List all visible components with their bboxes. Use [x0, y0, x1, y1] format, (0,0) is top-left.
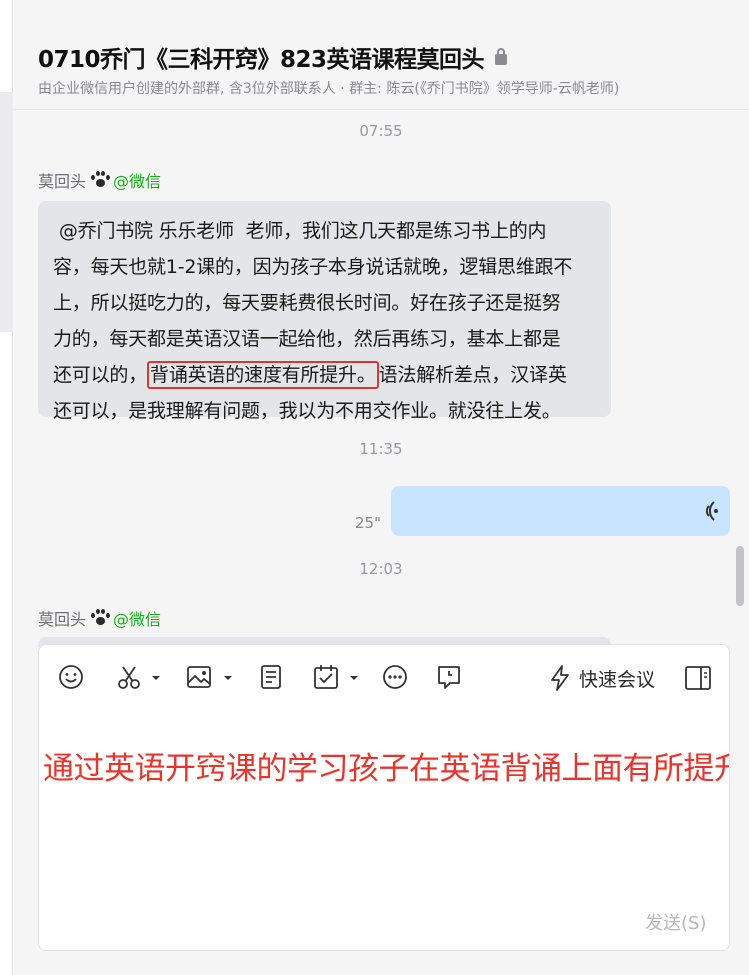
chat-header: 0710乔门《三科开窍》823英语课程莫回头 由企业微信用户创建的外部群, 含3… — [13, 0, 749, 110]
group-subtitle: 由企业微信用户创建的外部群, 含3位外部联系人 · 群主: 陈云(《乔门书院》领… — [38, 81, 620, 97]
chevron-down-icon[interactable] — [223, 673, 233, 683]
chat-record-icon[interactable] — [435, 663, 463, 691]
message-line: 还可以的， 背诵英语的速度有所提升。 语法解析差点，汉译英 — [53, 357, 596, 393]
highlight-box: 背诵英语的速度有所提升。 — [147, 361, 379, 389]
left-panel-selected-row[interactable] — [0, 92, 13, 332]
file-icon[interactable] — [257, 663, 285, 691]
message-line: @乔门书院 乐乐老师 老师，我们这几天都是练习书上的内 — [53, 220, 547, 242]
wechat-tag: @微信 — [113, 610, 162, 629]
scrollbar-thumb[interactable] — [736, 546, 744, 606]
voice-wave-icon — [700, 500, 720, 522]
message-line: 还可以，是我理解有问题，我以为不用交作业。就没往上发。 — [53, 400, 561, 422]
sender-name: 莫回头 — [38, 610, 87, 629]
calendar-check-icon[interactable] — [312, 663, 340, 691]
message-composer[interactable]: 快速会议 通过英语开窍课的学习孩子在英语背诵上面有所提升 发送(S) — [38, 644, 730, 951]
sender-label[interactable]: 莫回头 @微信 — [38, 606, 161, 630]
image-icon[interactable] — [185, 663, 213, 691]
lightning-icon — [551, 665, 569, 691]
emoji-icon[interactable] — [57, 663, 85, 691]
quick-meeting-label: 快速会议 — [579, 668, 656, 691]
lock-icon — [494, 48, 508, 66]
message-bubble[interactable]: @乔门书院 乐乐老师 老师，我们这几天都是练习书上的内 容，每天也就1-2课的，… — [38, 201, 611, 422]
chevron-down-icon[interactable] — [151, 673, 161, 683]
message-segment: 还可以的， — [53, 364, 148, 386]
composer-toolbar: 快速会议 — [39, 659, 729, 695]
timestamp: 07:55 — [359, 122, 403, 140]
wechat-tag: @微信 — [113, 172, 162, 191]
message-list[interactable]: 07:55 莫回头 @微信 @乔门书院 乐乐老师 老师，我们这几天都是练习书上的… — [13, 110, 749, 647]
group-title-text: 0710乔门《三科开窍》823英语课程莫回头 — [38, 47, 485, 73]
voice-message-bubble[interactable] — [391, 486, 730, 536]
paw-icon — [88, 609, 111, 627]
timestamp: 11:35 — [359, 440, 403, 458]
timestamp: 12:03 — [359, 560, 403, 578]
sender-label[interactable]: 莫回头 @微信 — [38, 168, 161, 192]
message-segment: 语法解析差点，汉译英 — [378, 364, 567, 386]
message-line: 上，所以挺吃力的，每天要耗费很长时间。好在孩子还是挺努 — [53, 292, 561, 314]
quick-meeting-button[interactable]: 快速会议 — [547, 663, 655, 693]
send-button[interactable]: 发送(S) — [645, 909, 706, 935]
sender-name: 莫回头 — [38, 172, 87, 191]
composer-input[interactable]: 通过英语开窍课的学习孩子在英语背诵上面有所提升 — [43, 743, 729, 788]
group-title[interactable]: 0710乔门《三科开窍》823英语课程莫回头 — [38, 40, 508, 74]
paw-icon — [88, 171, 111, 189]
side-panel-icon[interactable] — [684, 665, 712, 691]
message-line: 容，每天也就1-2课的，因为孩子本身说话就晚，逻辑思维跟不 — [53, 256, 573, 278]
more-icon[interactable] — [381, 663, 409, 691]
voice-duration: 25" — [355, 514, 381, 532]
scissors-icon[interactable] — [115, 663, 143, 691]
chevron-down-icon[interactable] — [349, 673, 359, 683]
message-line: 力的，每天都是英语汉语一起给他，然后再练习，基本上都是 — [53, 328, 561, 350]
left-panel-edge — [0, 0, 13, 975]
